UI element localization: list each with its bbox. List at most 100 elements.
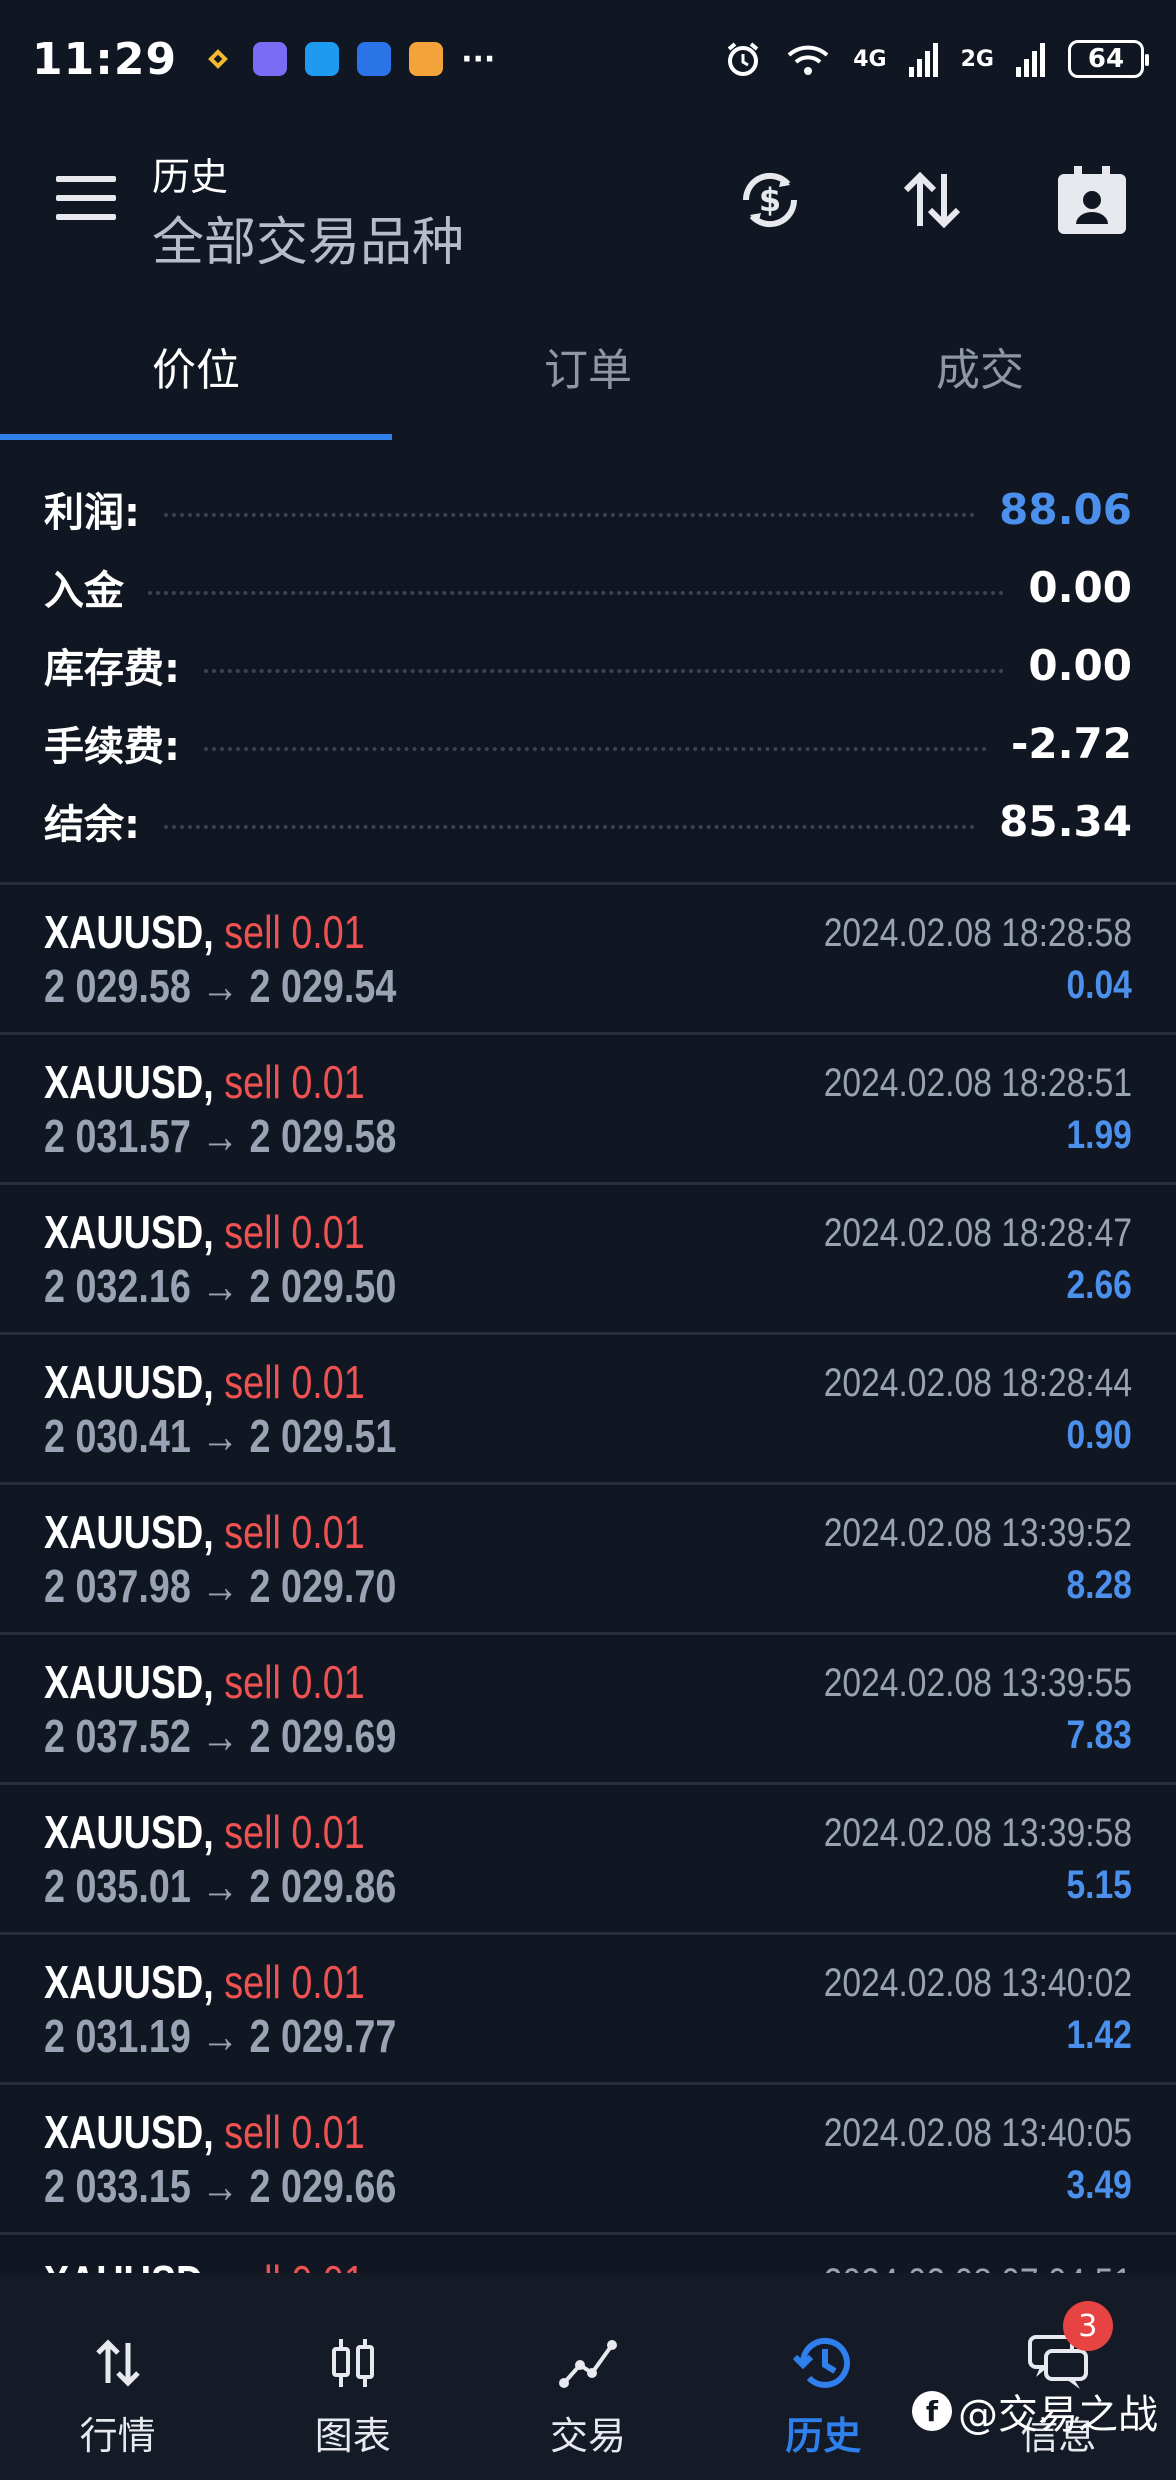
deal-symbol: XAUUSD, sell 0.01 — [44, 1656, 365, 1708]
deal-prices: 2 037.52 → 2 029.69 — [44, 1710, 397, 1762]
deal-prices: 2 030.41 → 2 029.51 — [44, 1410, 397, 1462]
nav-label: 行情 — [79, 2414, 156, 2458]
sort-arrows-icon[interactable] — [892, 160, 972, 240]
deal-time: 2024.02.08 13:39:52 — [823, 1511, 1132, 1555]
deal-time: 2024.02.08 18:28:51 — [823, 1061, 1132, 1105]
dot-leader — [204, 669, 1005, 673]
summary-row-deposit: 入金 0.00 — [0, 548, 1176, 626]
status-time: 11:29 — [32, 33, 178, 85]
deal-row[interactable]: XAUUSD, sell 0.01 2024.02.08 07:04:51 — [0, 2235, 1176, 2273]
deal-row[interactable]: XAUUSD, sell 0.01 2 033.15 → 2 029.66 20… — [0, 2085, 1176, 2235]
summary-row-swap: 库存费: 0.00 — [0, 626, 1176, 704]
deal-prices: 2 029.58 → 2 029.54 — [44, 960, 397, 1012]
deal-prices: 2 032.16 → 2 029.50 — [44, 1260, 397, 1312]
deal-row[interactable]: XAUUSD, sell 0.01 2 030.41 → 2 029.51 20… — [0, 1335, 1176, 1485]
deal-profit: 1.42 — [1066, 2013, 1132, 2057]
watermark-logo-icon: f — [912, 2391, 952, 2431]
deal-time: 2024.02.08 18:28:47 — [823, 1211, 1132, 1255]
deal-row[interactable]: XAUUSD, sell 0.01 2 029.58 → 2 029.54 20… — [0, 885, 1176, 1035]
deal-side: sell 0.01 — [224, 1806, 365, 1858]
deal-row[interactable]: XAUUSD, sell 0.01 2 031.19 → 2 029.77 20… — [0, 1935, 1176, 2085]
deal-row[interactable]: XAUUSD, sell 0.01 2 037.98 → 2 029.70 20… — [0, 1485, 1176, 1635]
deal-row[interactable]: XAUUSD, sell 0.01 2 032.16 → 2 029.50 20… — [0, 1185, 1176, 1335]
deal-prices: 2 031.19 → 2 029.77 — [44, 2010, 397, 2062]
deal-row[interactable]: XAUUSD, sell 0.01 2 035.01 → 2 029.86 20… — [0, 1785, 1176, 1935]
nav-messages[interactable]: 信息 3 — [941, 2273, 1176, 2480]
summary-row-balance: 结余: 85.34 — [0, 782, 1176, 860]
nav-quotes[interactable]: 行情 — [0, 2273, 235, 2480]
binance-app-icon — [201, 42, 235, 76]
summary-label: 手续费: — [44, 724, 180, 770]
deal-symbol: XAUUSD, sell 0.01 — [44, 906, 365, 958]
deal-symbol: XAUUSD, sell 0.01 — [44, 2106, 365, 2158]
deal-symbol: XAUUSD, sell 0.01 — [44, 1206, 365, 1258]
summary-value: -2.72 — [1010, 718, 1132, 768]
deal-prices: 2 037.98 → 2 029.70 — [44, 1560, 397, 1612]
deal-symbol: XAUUSD, sell 0.01 — [44, 2255, 365, 2273]
tab-orders[interactable]: 订单 — [392, 316, 784, 440]
page-title: 历史 — [152, 155, 229, 199]
weibo-app-icon — [409, 42, 444, 76]
deal-profit: 3.49 — [1066, 2163, 1132, 2207]
summary-row-commission: 手续费: -2.72 — [0, 704, 1176, 782]
summary-value: 85.34 — [999, 796, 1132, 846]
deal-row[interactable]: XAUUSD, sell 0.01 2 037.52 → 2 029.69 20… — [0, 1635, 1176, 1785]
deal-prices: 2 035.01 → 2 029.86 — [44, 1860, 397, 1912]
dot-leader — [164, 825, 976, 829]
purple-app-icon — [253, 42, 288, 76]
deal-symbol: XAUUSD, sell 0.01 — [44, 1956, 365, 2008]
nav-chart[interactable]: 图表 — [235, 2273, 470, 2480]
nav-label: 图表 — [314, 2414, 391, 2458]
deal-symbol: XAUUSD, sell 0.01 — [44, 1506, 365, 1558]
nav-history[interactable]: 历史 — [706, 2273, 941, 2480]
dot-leader — [164, 513, 976, 517]
tab-deals[interactable]: 成交 — [784, 316, 1176, 440]
deal-time: 2024.02.08 13:39:55 — [823, 1661, 1132, 1705]
deal-time: 2024.02.08 07:04:51 — [824, 2261, 1132, 2273]
nav-trade[interactable]: 交易 — [470, 2273, 705, 2480]
nav-label: 交易 — [550, 2414, 627, 2458]
deal-side: sell 0.01 — [224, 1656, 365, 1708]
dot-leader — [148, 591, 1005, 595]
alarm-icon — [727, 42, 759, 76]
deal-side: sell 0.01 — [224, 2106, 365, 2158]
deal-profit: 5.15 — [1066, 1863, 1132, 1907]
status-right: 4G 2G 64 — [723, 39, 1149, 79]
bottom-navigation: 行情 图表 交易 历史 信息 3 — [0, 2273, 1176, 2480]
dot-leader — [204, 747, 987, 751]
watermark-text: @交易之战 — [958, 2392, 1158, 2438]
summary-panel: 利润: 88.06 入金 0.00 库存费: 0.00 手续费: -2.72 结… — [0, 470, 1176, 860]
summary-value: 0.00 — [1028, 640, 1132, 690]
chat-app-icon — [305, 42, 340, 76]
summary-value: 88.06 — [999, 484, 1132, 534]
history-tabs: 价位 订单 成交 — [0, 316, 1176, 440]
menu-icon[interactable] — [56, 176, 116, 220]
deal-side: sell 0.01 — [224, 1956, 365, 2008]
deal-profit: 8.28 — [1066, 1563, 1132, 1607]
deals-list: XAUUSD, sell 0.01 2 029.58 → 2 029.54 20… — [0, 885, 1176, 2273]
symbol-filter[interactable]: 全部交易品种 — [152, 200, 464, 275]
deal-side: sell 0.01 — [224, 2256, 365, 2273]
deal-time: 2024.02.08 18:28:58 — [823, 911, 1132, 955]
deal-symbol: XAUUSD, sell 0.01 — [44, 1806, 365, 1858]
summary-label: 利润: — [44, 490, 140, 536]
nav-label: 历史 — [785, 2414, 862, 2458]
deal-symbol: XAUUSD, sell 0.01 — [44, 1356, 365, 1408]
currency-refresh-icon[interactable]: $ — [730, 160, 810, 240]
svg-text:$: $ — [759, 181, 781, 219]
tab-positions[interactable]: 价位 — [0, 316, 392, 440]
trade-line-icon — [556, 2331, 620, 2395]
deal-profit: 2.66 — [1066, 1263, 1132, 1307]
network-type-1: 4G — [853, 46, 887, 72]
deal-prices: 2 031.57 → 2 029.58 — [44, 1110, 397, 1162]
app-header: 历史 全部交易品种 $ — [0, 118, 1176, 286]
deal-profit: 7.83 — [1066, 1713, 1132, 1757]
deal-row[interactable]: XAUUSD, sell 0.01 2 031.57 → 2 029.58 20… — [0, 1035, 1176, 1185]
deal-time: 2024.02.08 13:40:05 — [823, 2111, 1132, 2155]
deal-side: sell 0.01 — [224, 1056, 365, 1108]
more-notifications-icon: ··· — [461, 41, 496, 77]
deal-time: 2024.02.08 13:39:58 — [823, 1811, 1132, 1855]
calendar-account-icon[interactable] — [1052, 160, 1132, 240]
signal-icon-1 — [908, 43, 938, 77]
deal-symbol: XAUUSD, sell 0.01 — [44, 1056, 365, 1108]
